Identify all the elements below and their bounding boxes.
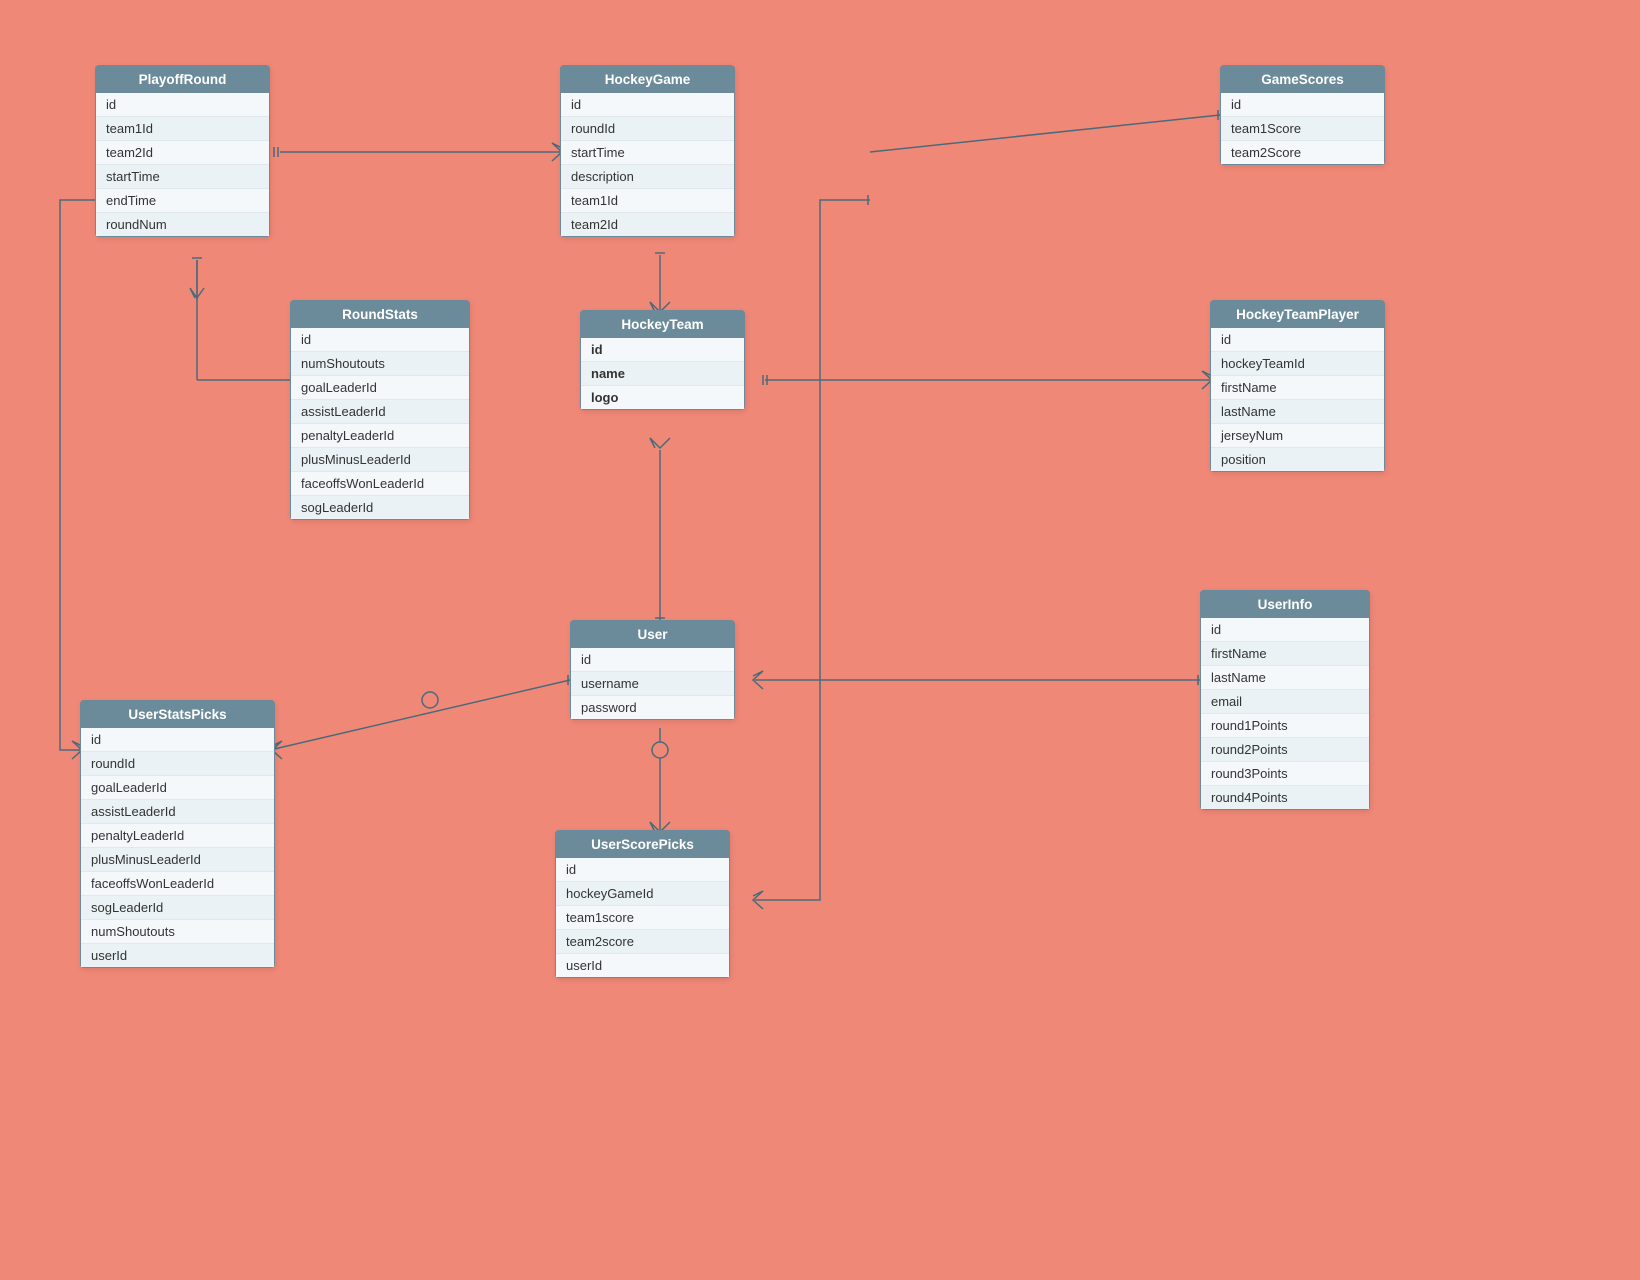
row-PlayoffRound-id: id <box>96 93 269 117</box>
row-HockeyTeamPlayer-hockeyTeamId: hockeyTeamId <box>1211 352 1384 376</box>
table-UserStatsPicks: UserStatsPicks id roundId goalLeaderId a… <box>80 700 275 968</box>
row-UserStatsPicks-penaltyLeaderId: penaltyLeaderId <box>81 824 274 848</box>
table-HockeyTeam: HockeyTeam id name logo <box>580 310 745 410</box>
row-RoundStats-plusMinusLeaderId: plusMinusLeaderId <box>291 448 469 472</box>
table-GameScores: GameScores id team1Score team2Score <box>1220 65 1385 165</box>
row-UserStatsPicks-assistLeaderId: assistLeaderId <box>81 800 274 824</box>
row-PlayoffRound-team1Id: team1Id <box>96 117 269 141</box>
table-header-HockeyTeamPlayer: HockeyTeamPlayer <box>1211 301 1384 328</box>
row-UserInfo-firstName: firstName <box>1201 642 1369 666</box>
row-PlayoffRound-endTime: endTime <box>96 189 269 213</box>
table-header-RoundStats: RoundStats <box>291 301 469 328</box>
row-RoundStats-goalLeaderId: goalLeaderId <box>291 376 469 400</box>
row-HockeyGame-id: id <box>561 93 734 117</box>
table-header-HockeyGame: HockeyGame <box>561 66 734 93</box>
row-GameScores-team2Score: team2Score <box>1221 141 1384 164</box>
row-PlayoffRound-roundNum: roundNum <box>96 213 269 236</box>
row-HockeyTeam-id: id <box>581 338 744 362</box>
row-HockeyGame-description: description <box>561 165 734 189</box>
table-header-User: User <box>571 621 734 648</box>
row-UserInfo-round3Points: round3Points <box>1201 762 1369 786</box>
row-User-id: id <box>571 648 734 672</box>
row-UserInfo-round4Points: round4Points <box>1201 786 1369 809</box>
row-UserInfo-round2Points: round2Points <box>1201 738 1369 762</box>
row-UserScorePicks-id: id <box>556 858 729 882</box>
row-UserStatsPicks-goalLeaderId: goalLeaderId <box>81 776 274 800</box>
row-HockeyTeamPlayer-id: id <box>1211 328 1384 352</box>
row-UserStatsPicks-sogLeaderId: sogLeaderId <box>81 896 274 920</box>
row-RoundStats-penaltyLeaderId: penaltyLeaderId <box>291 424 469 448</box>
row-PlayoffRound-team2Id: team2Id <box>96 141 269 165</box>
row-HockeyGame-roundId: roundId <box>561 117 734 141</box>
row-UserInfo-lastName: lastName <box>1201 666 1369 690</box>
row-HockeyTeamPlayer-firstName: firstName <box>1211 376 1384 400</box>
table-UserScorePicks: UserScorePicks id hockeyGameId team1scor… <box>555 830 730 978</box>
row-RoundStats-id: id <box>291 328 469 352</box>
table-header-UserScorePicks: UserScorePicks <box>556 831 729 858</box>
row-UserInfo-id: id <box>1201 618 1369 642</box>
row-User-password: password <box>571 696 734 719</box>
diagram-canvas: PlayoffRound id team1Id team2Id startTim… <box>0 0 1640 1280</box>
table-HockeyGame: HockeyGame id roundId startTime descript… <box>560 65 735 237</box>
table-User: User id username password <box>570 620 735 720</box>
row-RoundStats-assistLeaderId: assistLeaderId <box>291 400 469 424</box>
row-HockeyTeam-name: name <box>581 362 744 386</box>
table-header-UserInfo: UserInfo <box>1201 591 1369 618</box>
row-UserScorePicks-team1score: team1score <box>556 906 729 930</box>
row-HockeyGame-team1Id: team1Id <box>561 189 734 213</box>
row-UserInfo-round1Points: round1Points <box>1201 714 1369 738</box>
row-RoundStats-numShoutouts: numShoutouts <box>291 352 469 376</box>
row-UserStatsPicks-userId: userId <box>81 944 274 967</box>
table-RoundStats: RoundStats id numShoutouts goalLeaderId … <box>290 300 470 520</box>
row-UserStatsPicks-id: id <box>81 728 274 752</box>
row-UserScorePicks-team2score: team2score <box>556 930 729 954</box>
row-UserStatsPicks-roundId: roundId <box>81 752 274 776</box>
row-User-username: username <box>571 672 734 696</box>
row-UserStatsPicks-plusMinusLeaderId: plusMinusLeaderId <box>81 848 274 872</box>
row-UserScorePicks-hockeyGameId: hockeyGameId <box>556 882 729 906</box>
row-HockeyTeam-logo: logo <box>581 386 744 409</box>
table-header-PlayoffRound: PlayoffRound <box>96 66 269 93</box>
table-PlayoffRound: PlayoffRound id team1Id team2Id startTim… <box>95 65 270 237</box>
row-HockeyTeamPlayer-lastName: lastName <box>1211 400 1384 424</box>
row-HockeyTeamPlayer-position: position <box>1211 448 1384 471</box>
table-UserInfo: UserInfo id firstName lastName email rou… <box>1200 590 1370 810</box>
row-PlayoffRound-startTime: startTime <box>96 165 269 189</box>
table-header-UserStatsPicks: UserStatsPicks <box>81 701 274 728</box>
row-UserStatsPicks-numShoutouts: numShoutouts <box>81 920 274 944</box>
row-HockeyGame-team2Id: team2Id <box>561 213 734 236</box>
row-UserStatsPicks-faceoffsWonLeaderId: faceoffsWonLeaderId <box>81 872 274 896</box>
table-header-HockeyTeam: HockeyTeam <box>581 311 744 338</box>
row-UserInfo-email: email <box>1201 690 1369 714</box>
row-GameScores-id: id <box>1221 93 1384 117</box>
table-HockeyTeamPlayer: HockeyTeamPlayer id hockeyTeamId firstNa… <box>1210 300 1385 472</box>
table-header-GameScores: GameScores <box>1221 66 1384 93</box>
row-RoundStats-faceoffsWonLeaderId: faceoffsWonLeaderId <box>291 472 469 496</box>
row-HockeyGame-startTime: startTime <box>561 141 734 165</box>
row-UserScorePicks-userId: userId <box>556 954 729 977</box>
row-RoundStats-sogLeaderId: sogLeaderId <box>291 496 469 519</box>
row-GameScores-team1Score: team1Score <box>1221 117 1384 141</box>
row-HockeyTeamPlayer-jerseyNum: jerseyNum <box>1211 424 1384 448</box>
